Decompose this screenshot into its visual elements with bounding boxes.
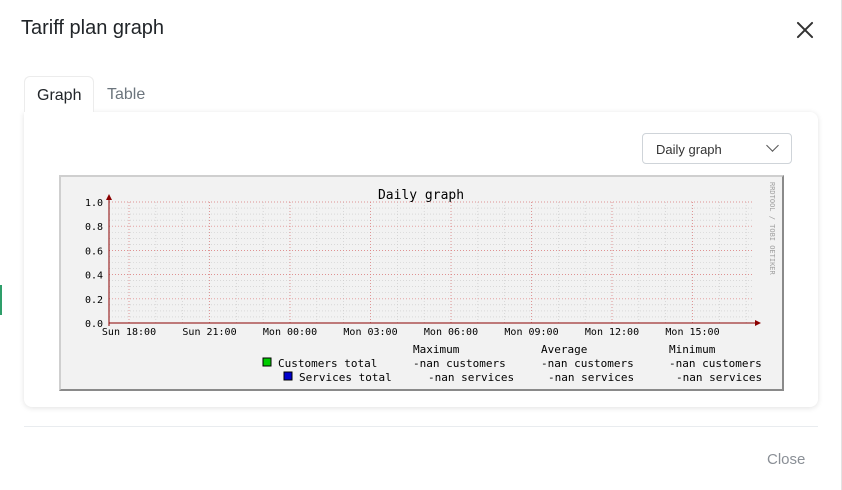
rrdtool-watermark: RRDTOOL / TOBI OETIKER [768, 182, 776, 276]
tab-graph[interactable]: Graph [24, 76, 94, 112]
close-icon[interactable] [792, 17, 818, 43]
legend-swatch-customers [262, 357, 272, 367]
period-select-value: Daily graph [656, 142, 722, 157]
legend-services-maximum: -nan services [428, 371, 514, 384]
x-tick-label: Sun 21:00 [182, 327, 236, 338]
legend-services-average: -nan services [548, 371, 634, 384]
x-tick-label: Sun 18:00 [102, 327, 156, 338]
legend-header-average: Average [541, 343, 587, 356]
footer-divider [24, 426, 818, 427]
legend-customers-minimum: -nan customers [669, 357, 762, 370]
legend-label-customers: Customers total [278, 357, 377, 370]
x-axis-arrow [755, 320, 761, 326]
legend-header-minimum: Minimum [669, 343, 716, 356]
y-tick-label: 0.4 [85, 271, 103, 282]
y-tick-label: 0.0 [85, 319, 103, 330]
rrd-chart: Daily graph 1.0 0.8 0.6 0.4 0.2 0.0 Sun 18:00… [85, 182, 776, 384]
graph-panel: Daily graph Daily graph 1.0 0.8 0.6 0.4 0.2 0… [24, 112, 818, 407]
period-select[interactable]: Daily graph [642, 133, 792, 164]
legend-customers-maximum: -nan customers [413, 357, 506, 370]
x-tick-label: Mon 00:00 [263, 327, 317, 338]
legend-services-minimum: -nan services [676, 371, 762, 384]
close-button[interactable]: Close [767, 451, 805, 468]
x-tick-label: Mon 06:00 [424, 327, 478, 338]
legend-header-maximum: Maximum [413, 343, 460, 356]
background-accent-strip [0, 285, 2, 315]
y-tick-label: 1.0 [85, 198, 103, 209]
x-tick-label: Mon 12:00 [585, 327, 639, 338]
rrd-graph-image: Daily graph 1.0 0.8 0.6 0.4 0.2 0.0 Sun 18:00… [59, 175, 784, 391]
chart-title: Daily graph [378, 188, 464, 203]
legend-swatch-services [283, 371, 293, 381]
x-tick-label: Mon 09:00 [504, 327, 558, 338]
legend-customers-average: -nan customers [541, 357, 634, 370]
modal-title: Tariff plan graph [21, 17, 165, 39]
y-tick-label: 0.8 [85, 222, 103, 233]
y-tick-label: 0.6 [85, 246, 103, 257]
x-tick-label: Mon 03:00 [343, 327, 397, 338]
chevron-down-icon [766, 139, 779, 152]
tab-table[interactable]: Table [95, 76, 157, 112]
y-axis-arrow [106, 194, 112, 200]
legend-label-services: Services total [299, 371, 392, 384]
y-tick-label: 0.2 [85, 295, 103, 306]
x-tick-label: Mon 15:00 [665, 327, 719, 338]
